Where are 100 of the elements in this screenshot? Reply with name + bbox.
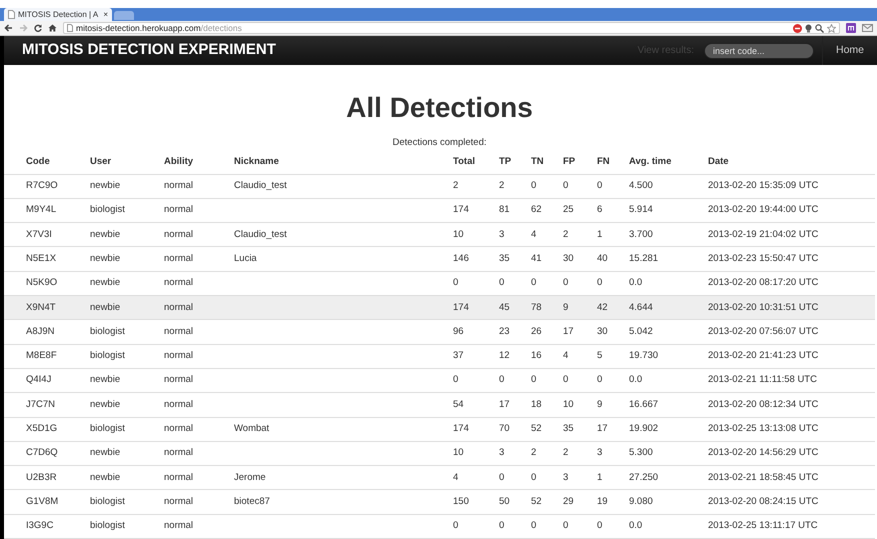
table-cell: normal	[164, 204, 194, 216]
table-cell: 0	[563, 277, 568, 288]
table-cell: 3.700	[629, 228, 653, 240]
table-cell: 150	[453, 496, 469, 507]
reload-icon[interactable]	[34, 24, 42, 32]
table-cell: 18	[531, 398, 542, 410]
table-cell: 2013-02-20 19:44:00 UTC	[708, 204, 818, 216]
table-cell: 52	[531, 496, 542, 507]
table-cell: normal	[164, 447, 194, 458]
column-header: Date	[708, 156, 729, 167]
table-cell: 5.914	[629, 204, 653, 216]
table-cell: 4.644	[629, 302, 653, 313]
table-cell: normal	[164, 496, 194, 507]
table-cell: 2013-02-21 11:11:58 UTC	[708, 374, 817, 386]
table-cell: 0	[499, 472, 504, 483]
home-link[interactable]: Home	[822, 42, 877, 58]
table-cell: 2013-02-20 08:24:15 UTC	[708, 496, 818, 507]
column-header: Ability	[164, 156, 194, 167]
table-cell: 0	[499, 277, 504, 288]
table-cell: 27.250	[629, 472, 658, 483]
stop-sign-icon[interactable]	[793, 24, 802, 33]
table-cell: 2	[531, 447, 536, 458]
table-cell: X5D1G	[26, 423, 58, 434]
table-cell: 0	[597, 520, 602, 532]
table-cell: 12	[499, 350, 510, 362]
extension-icon[interactable]	[846, 23, 856, 34]
table-cell: newbie	[90, 447, 120, 458]
table-cell: 4.500	[629, 180, 653, 192]
table-cell: 16	[531, 350, 542, 362]
column-header: TP	[499, 156, 512, 167]
column-header: Nickname	[234, 156, 279, 167]
table-cell: N5K9O	[26, 277, 58, 288]
table-cell: 0	[531, 520, 536, 532]
star-icon[interactable]	[827, 24, 836, 33]
code-input-field[interactable]: insert code...	[704, 42, 814, 59]
table-cell: 10	[563, 398, 574, 410]
table-cell: 0	[597, 374, 602, 386]
table-cell: 0	[531, 374, 536, 386]
table-cell: newbie	[90, 252, 120, 264]
table-cell: normal	[164, 374, 194, 386]
column-header: FP	[563, 156, 576, 167]
table-cell: newbie	[90, 277, 120, 288]
bulb-icon[interactable]	[805, 24, 812, 33]
table-cell: biologist	[90, 423, 125, 434]
table-cell: 62	[531, 204, 542, 216]
table-cell: normal	[164, 423, 194, 434]
table-cell: Lucia	[234, 252, 257, 264]
table-cell: 3	[499, 228, 504, 240]
table-cell: 30	[563, 252, 574, 264]
back-icon[interactable]	[4, 24, 13, 32]
table-cell: 174	[453, 302, 469, 313]
page-icon	[8, 10, 15, 20]
table-cell: 19	[597, 496, 608, 507]
table-cell: 29	[563, 496, 574, 507]
table-cell: normal	[164, 326, 194, 337]
table-cell: 2013-02-20 07:56:07 UTC	[708, 326, 818, 337]
table-cell: normal	[164, 302, 194, 313]
table-cell: 5	[597, 350, 602, 362]
table-cell: I3G9C	[26, 520, 54, 532]
table-cell: 0	[563, 180, 568, 192]
table-cell: 2013-02-21 18:58:45 UTC	[708, 472, 818, 483]
table-cell: 0	[531, 277, 536, 288]
table-cell: newbie	[90, 302, 120, 313]
table-cell: Jerome	[234, 472, 266, 483]
home-icon[interactable]	[48, 24, 57, 32]
table-cell: 17	[563, 326, 574, 337]
address-bar[interactable]: mitosis-detection.herokuapp.com/detections	[63, 22, 840, 34]
table-cell: 19.902	[629, 423, 658, 434]
table-cell: biologist	[90, 496, 125, 507]
table-cell: 42	[597, 302, 608, 313]
table-cell: 0	[453, 520, 458, 532]
table-cell: newbie	[90, 472, 120, 483]
table-cell: 0	[597, 180, 602, 192]
table-cell: 0	[453, 277, 458, 288]
table-cell: 10	[453, 447, 464, 458]
table-cell: 5.300	[629, 447, 653, 458]
table-cell: U2B3R	[26, 472, 57, 483]
table-cell: R7C9O	[26, 180, 58, 192]
table-cell: X7V3I	[26, 228, 52, 240]
table-cell: 4	[453, 472, 458, 483]
table-cell: Q4I4J	[26, 374, 52, 386]
table-cell: 78	[531, 302, 542, 313]
table-cell: normal	[164, 277, 194, 288]
table-cell: A8J9N	[26, 326, 55, 337]
table-cell: 19.730	[629, 350, 658, 362]
brand-title[interactable]: MITOSIS DETECTION EXPERIMENT	[22, 39, 276, 62]
table-cell: 23	[499, 326, 510, 337]
table-cell: biologist	[90, 520, 125, 532]
table-cell: 174	[453, 204, 469, 216]
table-cell: 2013-02-23 15:50:47 UTC	[708, 252, 818, 264]
mail-icon[interactable]	[862, 23, 873, 34]
table-cell: 45	[499, 302, 510, 313]
table-cell: 146	[453, 252, 469, 264]
browser-tab[interactable]: MITOSIS Detection | A ×	[4, 8, 112, 22]
table-cell: normal	[164, 350, 194, 362]
table-cell: normal	[164, 472, 194, 483]
table-cell: 81	[499, 204, 510, 216]
column-header: User	[90, 156, 112, 167]
table-cell: 0.0	[629, 520, 642, 532]
zoom-icon[interactable]	[815, 24, 824, 33]
